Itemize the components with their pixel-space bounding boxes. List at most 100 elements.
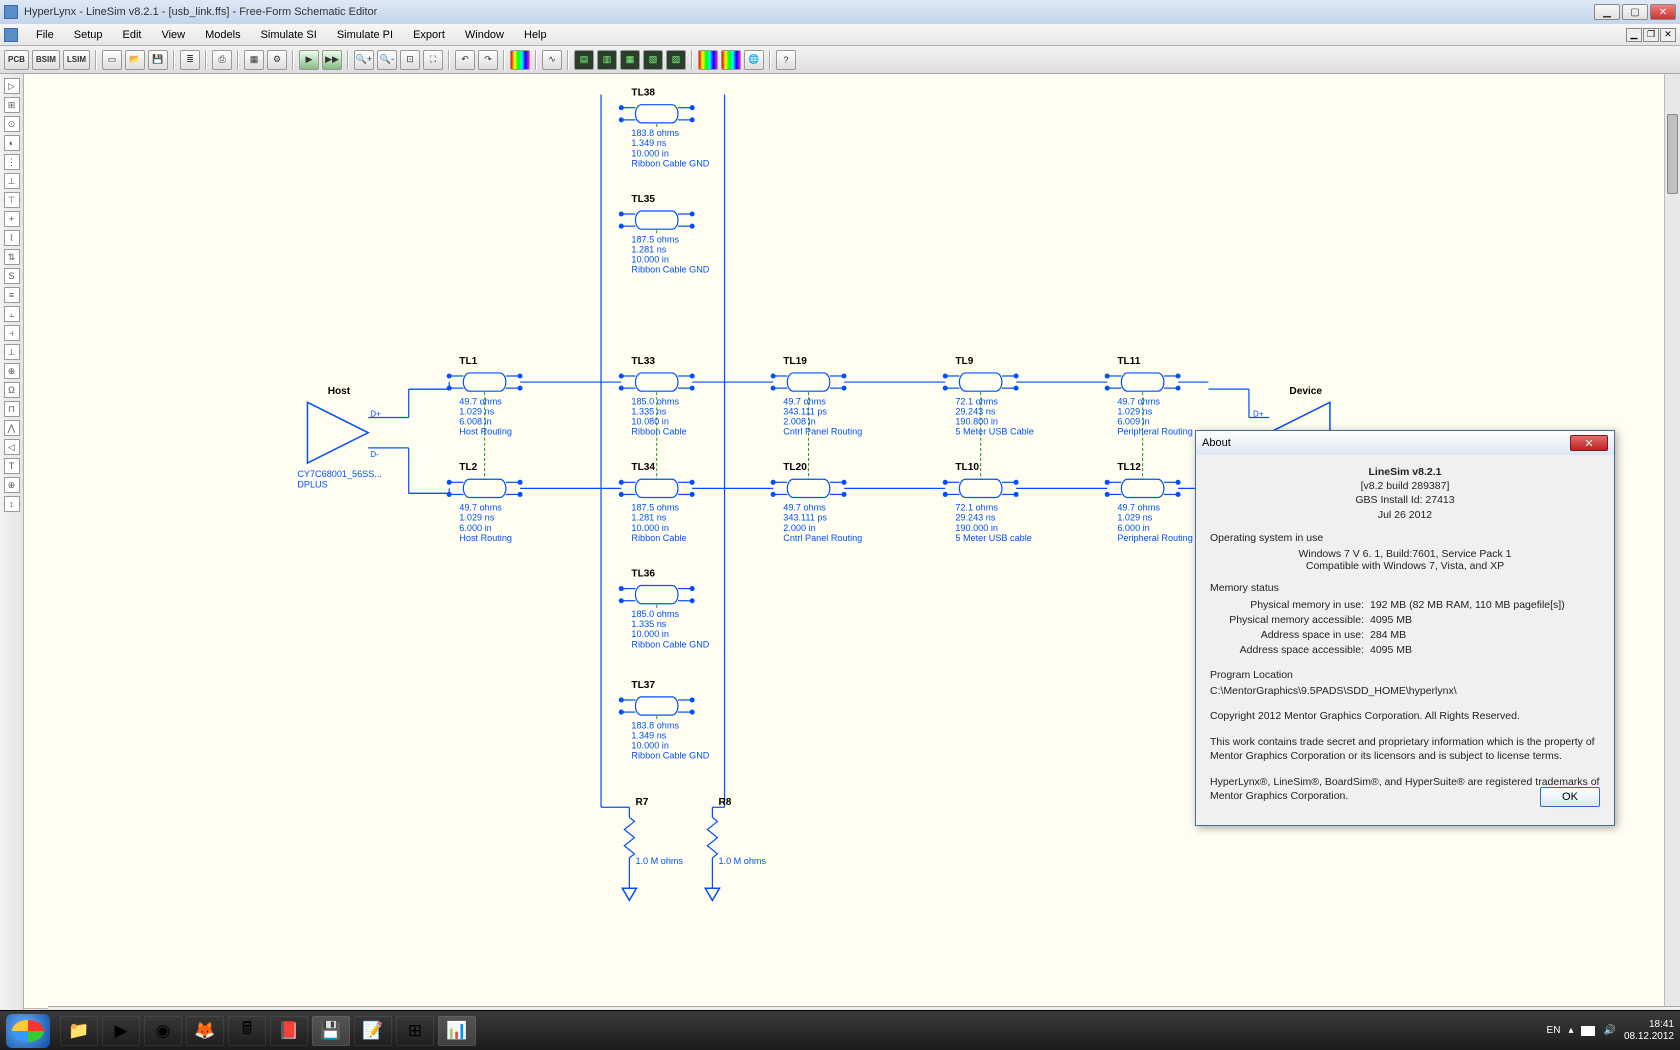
taskbar-firefox-icon[interactable]: 🦊 (186, 1016, 224, 1046)
tline-TL19[interactable]: TL1949.7 ohms343.111 ps2.008 inCntrl Pan… (771, 356, 863, 437)
tline-TL38[interactable]: TL38183.8 ohms1.349 ns10.000 inRibbon Ca… (619, 88, 710, 169)
scope4-icon[interactable]: ▧ (643, 50, 663, 70)
tool-ic[interactable]: ⊞ (4, 97, 20, 113)
tline-TL33[interactable]: TL33185.0 ohms1.335 ns10.080 inRibbon Ca… (619, 356, 695, 437)
about-ok-button[interactable]: OK (1540, 787, 1600, 807)
maximize-button[interactable]: ▢ (1622, 4, 1648, 20)
menu-edit[interactable]: Edit (112, 27, 151, 43)
tool-junction[interactable]: + (4, 211, 20, 227)
taskbar-acrobat-icon[interactable]: 📕 (270, 1016, 308, 1046)
start-button[interactable] (6, 1014, 50, 1048)
tline-TL36[interactable]: TL36185.0 ohms1.335 ns10.000 inRibbon Ca… (619, 568, 710, 649)
tool-port[interactable]: ⊓ (4, 401, 20, 417)
stackup-icon[interactable]: ≣ (180, 50, 200, 70)
taskbar-save-icon[interactable]: 💾 (312, 1016, 350, 1046)
run2-icon[interactable]: ▶▶ (322, 50, 342, 70)
save-icon[interactable]: 💾 (148, 50, 168, 70)
tline-TL11[interactable]: TL1149.7 ohms1.029 ns6.009 inPeripheral … (1105, 356, 1193, 437)
tool-diff[interactable]: ⋀ (4, 420, 20, 436)
taskbar-app-icon[interactable]: ⊞ (396, 1016, 434, 1046)
zoom-area-icon[interactable]: ⛶ (423, 50, 443, 70)
toolbar-bsim[interactable]: BSIM (32, 50, 60, 70)
tline-TL9[interactable]: TL972.1 ohms29.243 ns190.800 in5 Meter U… (943, 356, 1034, 437)
help-icon[interactable]: ? (776, 50, 796, 70)
taskbar-notes-icon[interactable]: 📝 (354, 1016, 392, 1046)
tray-flag-icon[interactable] (1581, 1026, 1595, 1036)
zoom-in-icon[interactable]: 🔍+ (354, 50, 374, 70)
menu-export[interactable]: Export (403, 27, 455, 43)
spectrum3-icon[interactable] (721, 50, 741, 70)
open-icon[interactable]: 📂 (125, 50, 145, 70)
about-titlebar[interactable]: About ✕ (1196, 431, 1614, 455)
minimize-button[interactable]: ▁ (1594, 4, 1620, 20)
menu-simulate-si[interactable]: Simulate SI (251, 27, 327, 43)
mdi-close[interactable]: ✕ (1660, 28, 1676, 42)
tool-pwr[interactable]: ⊤ (4, 192, 20, 208)
tool-ohm[interactable]: Ω (4, 382, 20, 398)
tool-stack[interactable]: ≡ (4, 287, 20, 303)
mdi-minimize[interactable]: ▁ (1626, 28, 1642, 42)
scope3-icon[interactable]: ▦ (620, 50, 640, 70)
tool-pad[interactable]: ◐ (4, 135, 20, 151)
tool-tline[interactable]: ⌇ (4, 230, 20, 246)
menu-window[interactable]: Window (455, 27, 514, 43)
tline-TL10[interactable]: TL1072.1 ohms29.243 ns190.000 in5 Meter … (943, 462, 1032, 543)
taskbar-hyperlynx-icon[interactable]: 📊 (438, 1016, 476, 1046)
tool-res[interactable]: ⟂ (4, 344, 20, 360)
mdi-system-icon[interactable] (4, 28, 18, 42)
tline-TL12[interactable]: TL1249.7 ohms1.029 ns6.000 inPeripheral … (1105, 462, 1193, 543)
tool-move[interactable]: ↕ (4, 496, 20, 512)
redo-icon[interactable]: ↷ (478, 50, 498, 70)
close-button[interactable]: ✕ (1650, 4, 1676, 20)
toolbar-lsim[interactable]: LSIM (63, 50, 90, 70)
tool-ind[interactable]: ⫞ (4, 325, 20, 341)
tline-TL37[interactable]: TL37183.8 ohms1.349 ns10.000 inRibbon Ca… (619, 680, 710, 761)
tool-cap[interactable]: ⫠ (4, 306, 20, 322)
tool-select[interactable]: ▷ (4, 78, 20, 94)
spectrum2-icon[interactable] (698, 50, 718, 70)
scope1-icon[interactable]: ▤ (574, 50, 594, 70)
tool-via[interactable]: ⊙ (4, 116, 20, 132)
tool-net[interactable]: ⊕ (4, 477, 20, 493)
tray-lang[interactable]: EN (1547, 1025, 1561, 1036)
tline-TL1[interactable]: TL149.7 ohms1.029 ns6.008 inHost Routing (447, 356, 523, 437)
mdi-restore[interactable]: ❐ (1643, 28, 1659, 42)
taskbar-media-icon[interactable]: ▶ (102, 1016, 140, 1046)
spectrum-icon[interactable] (510, 50, 530, 70)
scope5-icon[interactable]: ▨ (666, 50, 686, 70)
scope-icon[interactable]: ▦ (244, 50, 264, 70)
menu-file[interactable]: File (26, 27, 64, 43)
new-icon[interactable]: ▭ (102, 50, 122, 70)
config-icon[interactable]: ⚙ (267, 50, 287, 70)
tool-text[interactable]: T (4, 458, 20, 474)
globe-icon[interactable]: 🌐 (744, 50, 764, 70)
vertical-scrollbar[interactable] (1664, 74, 1680, 1008)
menu-help[interactable]: Help (514, 27, 557, 43)
tool-ferrite[interactable]: ⊕ (4, 363, 20, 379)
tray-clock[interactable]: 18:41 08.12.2012 (1624, 1019, 1674, 1042)
tool-bus[interactable]: ⋮ (4, 154, 20, 170)
menu-models[interactable]: Models (195, 27, 250, 43)
print-icon[interactable]: ⎙ (212, 50, 232, 70)
scope2-icon[interactable]: ▥ (597, 50, 617, 70)
run-icon[interactable]: ▶ (299, 50, 319, 70)
toolbar-pcb[interactable]: PCB (4, 50, 29, 70)
tline-TL35[interactable]: TL35187.5 ohms1.281 ns10.000 inRibbon Ca… (619, 194, 710, 275)
menu-setup[interactable]: Setup (64, 27, 113, 43)
tool-sparam[interactable]: S (4, 268, 20, 284)
menu-simulate-pi[interactable]: Simulate PI (327, 27, 403, 43)
taskbar-calc-icon[interactable]: 🖩 (228, 1016, 266, 1046)
about-close-button[interactable]: ✕ (1570, 435, 1608, 451)
tool-gnd[interactable]: ⊥ (4, 173, 20, 189)
zoom-out-icon[interactable]: 🔍- (377, 50, 397, 70)
tray-network-icon[interactable]: 🔊 (1603, 1025, 1615, 1036)
taskbar-chrome-icon[interactable]: ◉ (144, 1016, 182, 1046)
wave-icon[interactable]: ∿ (542, 50, 562, 70)
zoom-fit-icon[interactable]: ⊡ (400, 50, 420, 70)
undo-icon[interactable]: ↶ (455, 50, 475, 70)
tool-coupled[interactable]: ⇅ (4, 249, 20, 265)
taskbar-explorer-icon[interactable]: 📁 (60, 1016, 98, 1046)
menu-view[interactable]: View (151, 27, 195, 43)
system-tray[interactable]: EN ▴ 🔊 18:41 08.12.2012 (1547, 1019, 1674, 1042)
tline-TL20[interactable]: TL2049.7 ohms343.111 ps2.000 inCntrl Pan… (771, 462, 863, 543)
